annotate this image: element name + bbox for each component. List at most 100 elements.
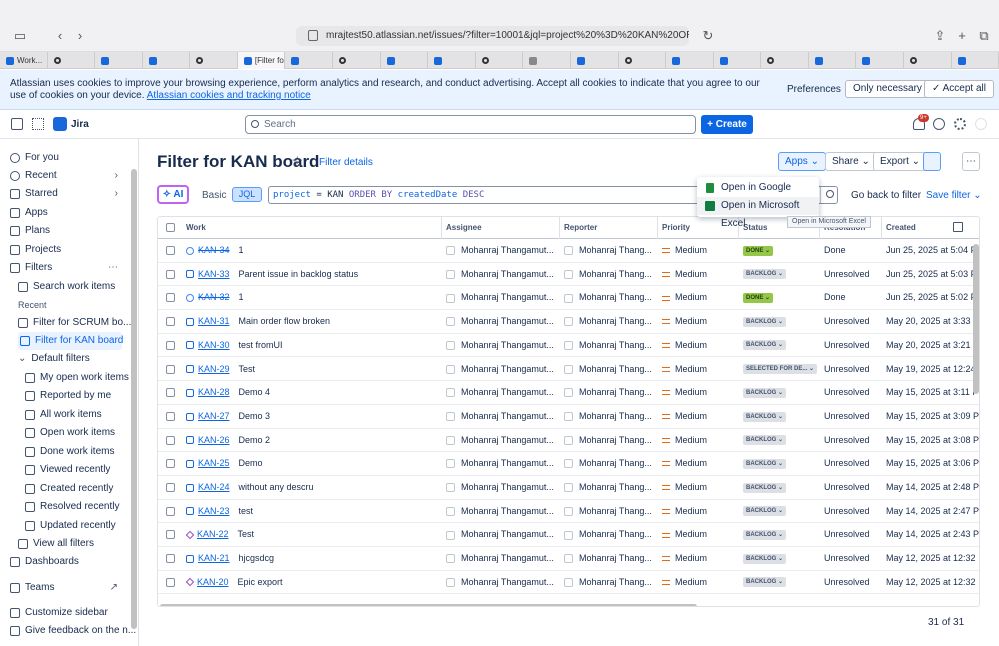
- status-badge[interactable]: BACKLOG ⌄: [743, 553, 787, 564]
- browser-tab[interactable]: [48, 52, 96, 69]
- reporter-cell[interactable]: Mohanraj Thang...: [560, 334, 658, 357]
- settings-gear-icon[interactable]: [954, 118, 966, 130]
- sidebar-item-viewed-recently[interactable]: Viewed recently: [25, 461, 125, 479]
- table-row[interactable]: KAN-28 Demo 4 Mohanraj Thangamut... Mohanra…: [158, 381, 979, 405]
- filter-details-link[interactable]: Filter details: [319, 157, 373, 168]
- reporter-cell[interactable]: Mohanraj Thang...: [560, 452, 658, 475]
- work-item-summary[interactable]: Demo 3: [239, 411, 271, 421]
- status-badge[interactable]: BACKLOG ⌄: [743, 435, 787, 446]
- chevron-right-icon[interactable]: ›: [115, 167, 118, 185]
- row-checkbox[interactable]: [166, 483, 175, 492]
- work-item-key[interactable]: KAN-27: [198, 411, 230, 421]
- work-item-key[interactable]: KAN-31: [198, 316, 230, 326]
- row-checkbox[interactable]: [166, 246, 175, 255]
- row-checkbox[interactable]: [166, 554, 175, 564]
- sidebar-item-all-work-items[interactable]: All work items: [25, 406, 125, 424]
- sidebar-item-created-recently[interactable]: Created recently: [25, 480, 125, 498]
- sidebar-item-filter-scrum[interactable]: Filter for SCRUM bo...: [18, 314, 131, 332]
- assignee-cell[interactable]: Mohanraj Thangamut...: [442, 334, 560, 357]
- table-row[interactable]: KAN-21 hjcgsdcg Mohanraj Thangamut... Mohan…: [158, 547, 979, 571]
- sidebar-item-my-open-work-items[interactable]: My open work items: [25, 369, 129, 387]
- work-item-summary[interactable]: Test: [238, 529, 255, 539]
- priority-cell[interactable]: Medium: [658, 405, 739, 428]
- priority-cell[interactable]: Medium: [658, 571, 739, 594]
- table-row[interactable]: KAN-34 1 Mohanraj Thangamut... Mohanraj Tha…: [158, 239, 979, 263]
- help-icon[interactable]: [933, 118, 945, 130]
- app-switcher-icon[interactable]: [32, 118, 44, 130]
- work-item-summary[interactable]: Demo 2: [239, 435, 271, 445]
- assignee-cell[interactable]: Mohanraj Thangamut...: [442, 358, 560, 381]
- work-item-key[interactable]: KAN-22: [197, 529, 229, 539]
- sidebar-item-filter-kan[interactable]: Filter for KAN board: [18, 332, 123, 350]
- browser-tab[interactable]: [95, 52, 143, 69]
- row-checkbox[interactable]: [166, 577, 175, 587]
- work-item-key[interactable]: KAN-33: [198, 269, 230, 279]
- sidebar-item-starred[interactable]: Starred ›: [10, 185, 118, 203]
- row-checkbox[interactable]: [166, 269, 175, 279]
- priority-cell[interactable]: Medium: [658, 547, 739, 570]
- row-checkbox[interactable]: [166, 340, 175, 350]
- reporter-cell[interactable]: Mohanraj Thang...: [560, 239, 658, 262]
- chevron-right-icon[interactable]: ↗: [110, 579, 118, 597]
- priority-cell[interactable]: Medium: [658, 286, 739, 309]
- priority-cell[interactable]: Medium: [658, 381, 739, 404]
- priority-cell[interactable]: Medium: [658, 429, 739, 452]
- sidebar-item-for-you[interactable]: For you: [10, 149, 128, 167]
- table-row[interactable]: KAN-30 test fromUI Mohanraj Thangamut... Mo…: [158, 334, 979, 358]
- assignee-cell[interactable]: Mohanraj Thangamut...: [442, 523, 560, 546]
- reporter-cell[interactable]: Mohanraj Thang...: [560, 310, 658, 333]
- table-row[interactable]: KAN-26 Demo 2 Mohanraj Thangamut... Mohanra…: [158, 429, 979, 453]
- assignee-cell[interactable]: Mohanraj Thangamut...: [442, 286, 560, 309]
- priority-cell[interactable]: Medium: [658, 476, 739, 499]
- export-button[interactable]: Export ⌄: [873, 152, 928, 171]
- assignee-cell[interactable]: Mohanraj Thangamut...: [442, 310, 560, 333]
- browser-tab[interactable]: [Filter for K...: [237, 52, 286, 69]
- table-row[interactable]: KAN-25 Demo Mohanraj Thangamut... Mohanraj …: [158, 452, 979, 476]
- sidebar-item-apps[interactable]: Apps: [10, 204, 128, 222]
- status-badge[interactable]: BACKLOG ⌄: [743, 340, 787, 351]
- assignee-cell[interactable]: Mohanraj Thangamut...: [442, 547, 560, 570]
- assignee-cell[interactable]: Mohanraj Thangamut...: [442, 405, 560, 428]
- sidebar-toggle-icon[interactable]: ▭: [12, 29, 28, 43]
- reporter-cell[interactable]: Mohanraj Thang...: [560, 476, 658, 499]
- status-badge[interactable]: BACKLOG ⌄: [743, 269, 787, 280]
- assignee-cell[interactable]: Mohanraj Thangamut...: [442, 452, 560, 475]
- browser-tab[interactable]: [714, 52, 762, 69]
- share-button[interactable]: Share ⌄: [825, 152, 877, 171]
- reporter-cell[interactable]: Mohanraj Thang...: [560, 286, 658, 309]
- sidebar-item-teams[interactable]: Teams ↗: [10, 579, 118, 597]
- notifications-icon[interactable]: 9+: [913, 114, 929, 130]
- accept-all-button[interactable]: ✓ Accept all: [924, 80, 994, 98]
- sidebar-item-filters[interactable]: Filters ⋯: [10, 259, 118, 277]
- back-icon[interactable]: ‹: [52, 29, 68, 43]
- table-row[interactable]: KAN-32 1 Mohanraj Thangamut... Mohanraj Tha…: [158, 286, 979, 311]
- sidebar-item-resolved-recently[interactable]: Resolved recently: [25, 498, 125, 516]
- work-item-summary[interactable]: test: [239, 506, 254, 516]
- status-badge[interactable]: BACKLOG ⌄: [743, 577, 787, 588]
- browser-tab[interactable]: [619, 52, 667, 69]
- reporter-cell[interactable]: Mohanraj Thang...: [560, 381, 658, 404]
- table-row[interactable]: KAN-33 Parent issue in backlog status Moha…: [158, 263, 979, 287]
- open-microsoft-excel-item[interactable]: Open in Microsoft Excel: [697, 197, 819, 229]
- chevron-right-icon[interactable]: ›: [115, 185, 118, 203]
- sidebar-item-done-work-items[interactable]: Done work items: [25, 443, 125, 461]
- more-actions-icon[interactable]: ⋯: [962, 152, 980, 171]
- reporter-cell[interactable]: Mohanraj Thang...: [560, 358, 658, 381]
- column-header[interactable]: Reporter: [560, 217, 658, 239]
- work-item-summary[interactable]: Test: [239, 364, 256, 374]
- jql-mode-tab[interactable]: JQL: [232, 187, 262, 202]
- sidebar-scrollbar[interactable]: [131, 169, 137, 629]
- reporter-cell[interactable]: Mohanraj Thang...: [560, 405, 658, 428]
- reporter-cell[interactable]: Mohanraj Thang...: [560, 523, 658, 546]
- select-all-checkbox[interactable]: [166, 223, 175, 232]
- browser-tab[interactable]: [904, 52, 952, 69]
- assignee-cell[interactable]: Mohanraj Thangamut...: [442, 476, 560, 499]
- reporter-cell[interactable]: Mohanraj Thang...: [560, 429, 658, 452]
- profile-avatar[interactable]: [975, 118, 987, 130]
- work-item-key[interactable]: KAN-23: [198, 506, 230, 516]
- priority-cell[interactable]: Medium: [658, 500, 739, 523]
- browser-tab[interactable]: [143, 52, 191, 69]
- work-item-key[interactable]: KAN-28: [198, 387, 230, 397]
- work-item-key[interactable]: KAN-34: [198, 245, 230, 255]
- go-back-to-filter-button[interactable]: Go back to filter: [851, 190, 921, 201]
